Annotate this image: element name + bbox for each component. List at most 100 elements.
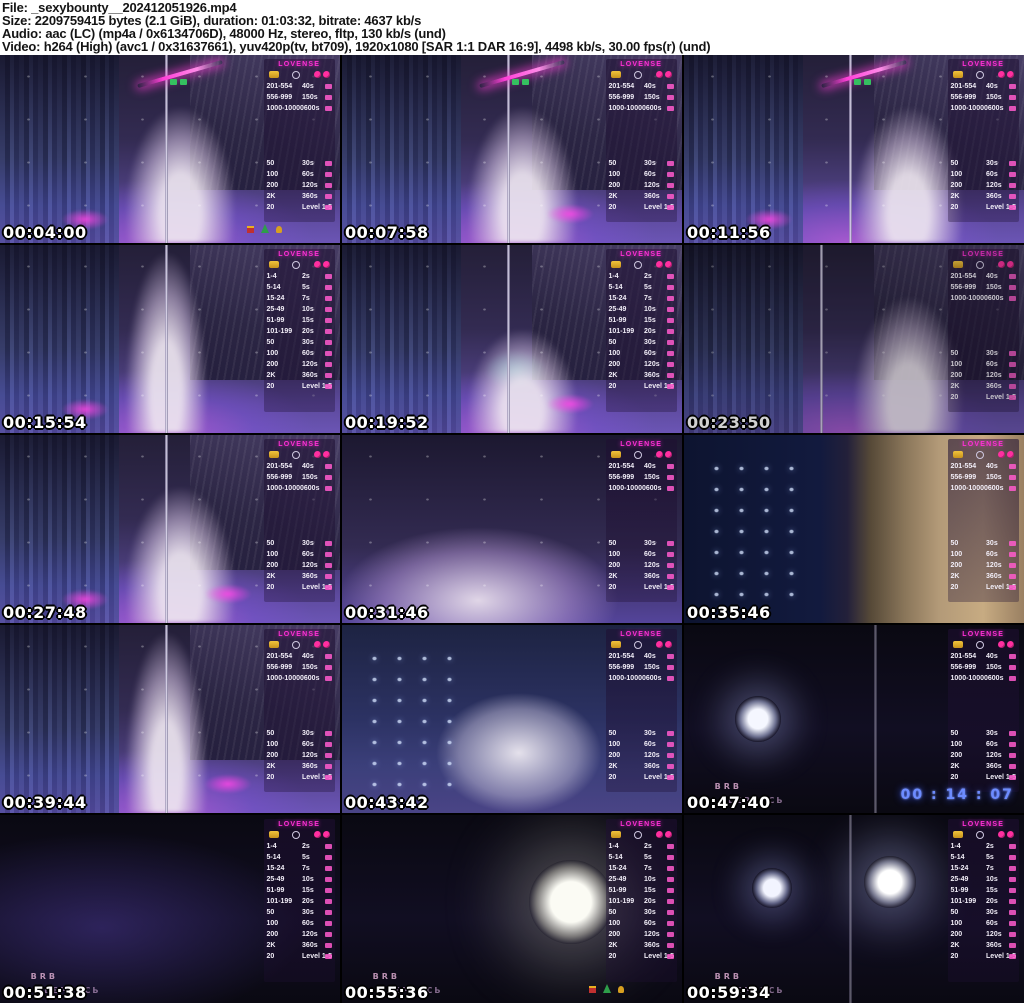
tip-menu-row: 200120s	[267, 750, 332, 761]
pattern-icon	[325, 753, 332, 758]
tip-menu-row: 200120s	[951, 370, 1016, 381]
brb-label: BRB	[715, 972, 742, 981]
lovense-brand-label: LOVENSE	[267, 61, 332, 68]
tree-icon	[603, 984, 611, 993]
dance-pole	[874, 625, 877, 813]
pattern-icon	[325, 329, 332, 334]
pattern-icon	[667, 307, 674, 312]
pattern-icon	[1009, 932, 1016, 937]
clock-icon	[634, 451, 642, 459]
tip-menu-row: 5-145s	[267, 282, 332, 293]
lovense-brand-label: LOVENSE	[951, 61, 1016, 68]
tip-menu-row: 101-19920s	[267, 896, 332, 907]
dance-pole	[820, 245, 823, 433]
lovense-brand-label: LOVENSE	[609, 61, 674, 68]
pattern-icon	[667, 285, 674, 290]
tip-menu-row: 25-4910s	[609, 304, 674, 315]
tip-menu-icons	[611, 71, 672, 79]
pattern-icon	[325, 943, 332, 948]
pattern-icon	[325, 161, 332, 166]
pattern-icon	[1009, 676, 1016, 681]
tip-menu-rows: 1-42s5-145s15-247s25-4910s51-9915s101-19…	[951, 841, 1016, 962]
timestamp-overlay: 00:31:46	[345, 605, 429, 621]
tip-menu-row: 1000-10000600s	[609, 673, 674, 684]
tip-menu-row: 20Level 1-5	[609, 202, 674, 213]
pattern-icon	[325, 285, 332, 290]
pattern-icon	[1009, 475, 1016, 480]
tip-menu-row: 1000-10000600s	[609, 103, 674, 114]
dance-pole	[165, 435, 168, 623]
pattern-icon	[667, 574, 674, 579]
lovense-brand-label: LOVENSE	[267, 821, 332, 828]
pattern-icon	[667, 340, 674, 345]
dance-pole	[165, 55, 168, 243]
gift-icon	[247, 226, 254, 233]
tip-menu-row: 15-247s	[609, 293, 674, 304]
bell-icon	[276, 226, 282, 233]
tip-menu-icons	[953, 831, 1014, 839]
pattern-icon	[325, 351, 332, 356]
tip-menu-row: 5030s	[951, 907, 1016, 918]
pattern-icon	[325, 205, 332, 210]
tip-menu-row: 2K360s	[951, 571, 1016, 582]
pattern-icon	[1009, 106, 1016, 111]
tip-menu-row: 5030s	[951, 538, 1016, 549]
toy-icons	[998, 831, 1014, 838]
pattern-icon	[667, 183, 674, 188]
tip-menu-row: 1000-10000600s	[267, 673, 332, 684]
tip-menu-row: 2K360s	[267, 370, 332, 381]
light-blob	[854, 298, 963, 433]
tip-menu-row: 2K360s	[609, 571, 674, 582]
pattern-icon	[325, 585, 332, 590]
pattern-icon	[1009, 921, 1016, 926]
pattern-icon	[1009, 362, 1016, 367]
stream-hud	[512, 79, 529, 85]
tip-menu-overlay: LOVENSE 201-55440s556-999150s1000-100006…	[948, 59, 1019, 223]
tip-menu-rows: 201-55440s556-999150s1000-10000600s5030s…	[267, 651, 332, 783]
pattern-icon	[667, 932, 674, 937]
pattern-icon	[667, 296, 674, 301]
tip-menu-row: 1000-10000600s	[267, 483, 332, 494]
timestamp-overlay: 00:55:36	[345, 985, 429, 1001]
pattern-icon	[325, 296, 332, 301]
tip-menu-row: 201-55440s	[951, 81, 1016, 92]
pattern-icon	[667, 274, 674, 279]
timestamp-overlay: 00:19:52	[345, 415, 429, 431]
pattern-icon	[667, 563, 674, 568]
lovense-brand-label: LOVENSE	[609, 441, 674, 448]
tip-menu-row: 2K360s	[609, 761, 674, 772]
tip-menu-rows: 1-42s5-145s15-247s25-4910s51-9915s101-19…	[267, 271, 332, 392]
tip-menu-row: 2K360s	[609, 191, 674, 202]
tip-menu-row: 20Level 1-5	[267, 772, 332, 783]
tip-menu-overlay: LOVENSE 201-55440s556-999150s1000-100006…	[948, 249, 1019, 413]
tip-menu-row: 20Level 1-5	[267, 202, 332, 213]
coin-icon	[269, 641, 279, 648]
clock-icon	[976, 71, 984, 79]
tip-menu-overlay: LOVENSE 1-42s5-145s15-247s25-4910s51-991…	[948, 819, 1019, 983]
coin-icon	[269, 261, 279, 268]
timestamp-overlay: 00:15:54	[3, 415, 87, 431]
tip-menu-row: 20Level 1-5	[609, 381, 674, 392]
pattern-icon	[1009, 574, 1016, 579]
tip-menu-rows: 1-42s5-145s15-247s25-4910s51-9915s101-19…	[609, 841, 674, 962]
tip-menu-row: 1000-10000600s	[951, 483, 1016, 494]
tip-menu-overlay: LOVENSE 201-55440s556-999150s1000-100006…	[606, 59, 677, 223]
pattern-icon	[1009, 84, 1016, 89]
tip-menu-row: 5030s	[951, 728, 1016, 739]
tip-menu-row: 556-999150s	[951, 92, 1016, 103]
holiday-icons	[589, 984, 624, 993]
tip-menu-row: 5030s	[609, 728, 674, 739]
pattern-icon	[325, 373, 332, 378]
pattern-icon	[1009, 665, 1016, 670]
tip-menu-row: 200120s	[951, 750, 1016, 761]
video-thumbnail: LOVENSE 201-55440s556-999150s1000-100006…	[684, 435, 1024, 623]
pattern-icon	[667, 844, 674, 849]
tip-menu-row: 10060s	[267, 549, 332, 560]
tip-menu-row: 1-42s	[267, 271, 332, 282]
tip-menu-rows: 201-55440s556-999150s1000-10000600s5030s…	[951, 651, 1016, 783]
clock-icon	[292, 831, 300, 839]
pattern-icon	[325, 877, 332, 882]
tip-menu-row: 200120s	[609, 560, 674, 571]
coin-icon	[953, 451, 963, 458]
tip-menu-row: 201-55440s	[267, 81, 332, 92]
